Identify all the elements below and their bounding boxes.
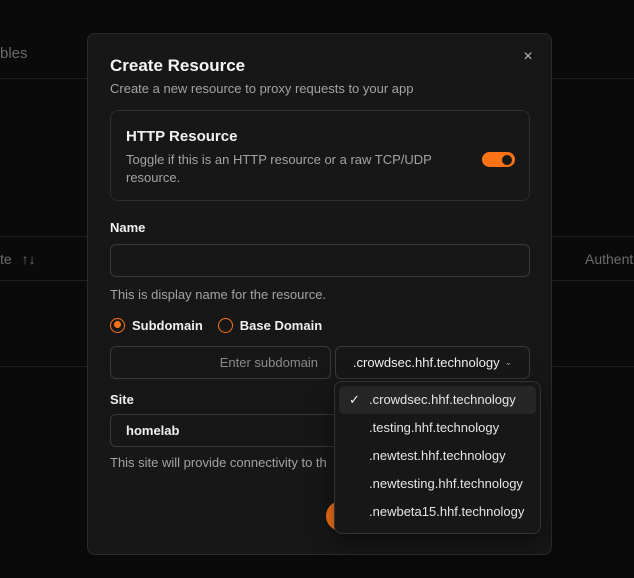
domain-option-label: .newtest.hhf.technology <box>369 448 506 463</box>
radio-label: Base Domain <box>239 317 323 333</box>
close-icon[interactable]: × <box>519 48 537 66</box>
toggle-knob <box>502 154 512 165</box>
radio-unchecked-icon <box>217 317 233 333</box>
domain-type-radio-group: Subdomain Base Domain <box>110 316 337 334</box>
domain-option[interactable]: ✓ .crowdsec.hhf.technology <box>339 386 536 414</box>
domain-option-label: .crowdsec.hhf.technology <box>369 392 516 407</box>
dialog-description: Create a new resource to proxy requests … <box>110 81 414 96</box>
check-icon: ✓ <box>349 392 360 407</box>
bg-column-label: te <box>0 251 12 267</box>
dialog-title: Create Resource <box>110 56 246 75</box>
domain-option[interactable]: .newtest.hhf.technology <box>339 442 536 470</box>
domain-select[interactable]: .crowdsec.hhf.technology ⌄ <box>335 346 530 379</box>
http-resource-title: HTTP Resource <box>126 128 238 145</box>
domain-option-label: .newtesting.hhf.technology <box>369 476 523 491</box>
domain-option-label: .testing.hhf.technology <box>369 420 500 435</box>
domain-option[interactable]: .newtesting.hhf.technology <box>339 470 536 498</box>
sort-icon: ↑↓ <box>21 251 36 267</box>
radio-base-domain[interactable]: Base Domain <box>217 317 323 333</box>
name-input[interactable] <box>110 244 530 277</box>
http-resource-card: HTTP Resource Toggle if this is an HTTP … <box>110 110 530 201</box>
site-label: Site <box>110 392 134 407</box>
radio-label: Subdomain <box>132 317 203 333</box>
domain-select-value: .crowdsec.hhf.technology <box>352 355 500 370</box>
bg-column-header-right: Authent <box>585 251 634 267</box>
site-help-text: This site will provide connectivity to t… <box>110 455 327 470</box>
bg-tab-label: bles <box>0 45 28 62</box>
domain-option-label: .newbeta15.hhf.technology <box>369 504 525 519</box>
name-help-text: This is display name for the resource. <box>110 287 327 302</box>
domain-option[interactable]: .testing.hhf.technology <box>339 414 536 442</box>
subdomain-input[interactable]: Enter subdomain <box>110 346 331 379</box>
http-resource-toggle[interactable] <box>482 152 515 167</box>
domain-option[interactable]: .newbeta15.hhf.technology <box>339 498 536 526</box>
radio-checked-icon <box>110 317 125 333</box>
name-label: Name <box>110 220 146 235</box>
http-resource-description: Toggle if this is an HTTP resource or a … <box>126 152 432 185</box>
domain-dropdown-menu: ✓ .crowdsec.hhf.technology .testing.hhf.… <box>334 381 541 534</box>
radio-subdomain[interactable]: Subdomain <box>110 317 203 333</box>
chevron-down-icon: ⌄ <box>504 357 513 367</box>
bg-column-header: te ↑↓ <box>0 251 36 267</box>
